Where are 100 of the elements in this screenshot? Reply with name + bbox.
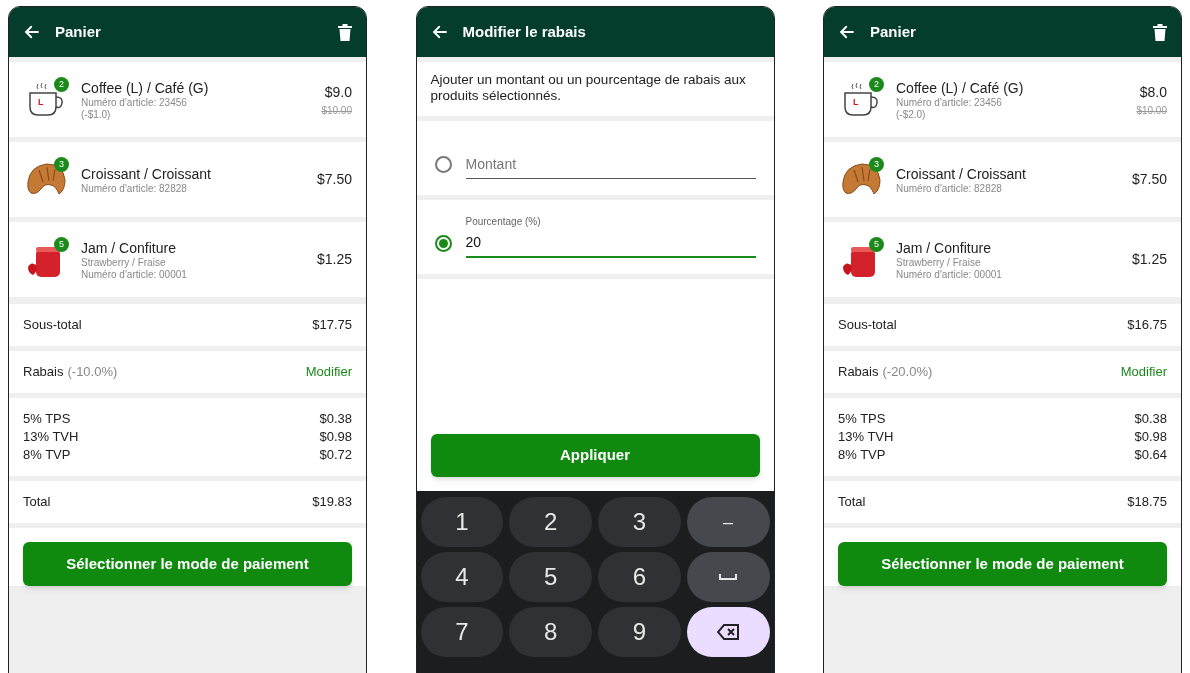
quantity-badge: 2 — [869, 76, 884, 92]
subtotal-label: Sous-total — [838, 316, 897, 335]
tax-label: 13% TVH — [23, 428, 79, 446]
edit-discount-link[interactable]: Modifier — [305, 362, 352, 382]
original-price: $10.00 — [1136, 103, 1167, 118]
item-detail: Numéro d'article: 00001 — [81, 268, 188, 281]
cart-item[interactable]: L 2 Coffee (L) / Café (G) Numéro d'article: 23456 (-$2.0) $8.0 $10.00 — [824, 62, 1181, 137]
quantity-badge: 3 — [869, 156, 884, 172]
item-detail: Numéro d'article: 23456 — [896, 96, 1003, 109]
cart-item[interactable]: 3 Croissant / Croissant Numéro d'article: 82828 $7.50 — [9, 142, 366, 217]
item-name: Croissant / Croissant — [81, 164, 212, 183]
tax-value: $0.72 — [319, 446, 352, 464]
header-title: Modifier le rabais — [462, 21, 587, 42]
subtotal-value: $16.75 — [1127, 316, 1167, 335]
subtotal-value: $17.75 — [312, 316, 352, 335]
original-price: $10.00 — [321, 103, 352, 118]
cup-label: L — [38, 97, 44, 107]
back-arrow-icon[interactable] — [23, 23, 41, 41]
cart-item[interactable]: 5 Jam / Confiture Strawberry / Fraise Numéro d'article: 00001 $1.25 — [9, 222, 366, 297]
keyboard-key[interactable]: 1 — [420, 497, 504, 547]
tax-label: 8% TVP — [838, 446, 886, 464]
keyboard-key[interactable]: 5 — [509, 552, 592, 602]
item-price: $1.25 — [316, 250, 352, 269]
tax-value: $0.38 — [1134, 410, 1167, 428]
radio-button[interactable] — [434, 156, 452, 173]
item-name: Jam / Confiture — [81, 238, 177, 257]
croissant-drawing — [840, 161, 882, 198]
back-arrow-icon[interactable] — [838, 23, 856, 41]
item-name: Croissant / Croissant — [896, 164, 1027, 183]
quantity-badge: 5 — [54, 236, 69, 252]
tax-label: 5% TPS — [838, 410, 886, 428]
item-detail: (-$1.0) — [81, 108, 112, 121]
keyboard-key[interactable]: 4 — [420, 552, 504, 602]
tax-value: $0.38 — [319, 410, 352, 428]
item-detail: (-$2.0) — [896, 108, 927, 121]
input-field[interactable]: Montant — [465, 151, 756, 179]
tax-value: $0.98 — [1134, 428, 1167, 446]
total-value: $19.83 — [312, 493, 352, 512]
coffee-cup-drawing — [841, 81, 881, 118]
item-detail: Strawberry / Fraise — [81, 256, 167, 269]
item-detail: Numéro d'article: 23456 — [81, 96, 188, 109]
keyboard-key[interactable]: 2 — [509, 497, 592, 547]
subtotal-label: Sous-total — [23, 316, 82, 335]
keyboard-key[interactable]: 7 — [420, 607, 504, 657]
discount-label: Rabais — [838, 363, 879, 382]
header-title: Panier — [55, 21, 102, 42]
back-arrow-icon[interactable] — [430, 23, 449, 41]
keyboard-key[interactable]: – — [686, 497, 770, 547]
total-label: Total — [23, 493, 51, 512]
header-title: Panier — [870, 21, 917, 42]
total-label: Total — [838, 493, 866, 512]
discount-amount: (-20.0%) — [882, 363, 933, 382]
radio-option[interactable]: Montant — [416, 121, 774, 195]
trash-icon[interactable] — [338, 23, 352, 41]
item-detail: Numéro d'article: 82828 — [896, 182, 1003, 195]
edit-discount-link[interactable]: Modifier — [1120, 362, 1167, 382]
backspace-icon — [717, 624, 740, 640]
backspace-key[interactable] — [686, 607, 770, 657]
radio-option[interactable]: Pourcentage (%) 20 — [416, 200, 774, 274]
item-name: Coffee (L) / Café (G) — [896, 78, 1025, 97]
item-name: Coffee (L) / Café (G) — [81, 78, 210, 97]
discount-label: Rabais — [23, 363, 64, 382]
space-bar-icon — [719, 574, 738, 580]
tax-label: 5% TPS — [23, 410, 71, 428]
cart-item[interactable]: 5 Jam / Confiture Strawberry / Fraise Numéro d'article: 00001 $1.25 — [824, 222, 1181, 297]
discount-description: Ajouter un montant ou un pourcentage de rabais aux produits sélectionnés. — [430, 72, 747, 104]
cup-label: L — [853, 97, 859, 107]
payment-button[interactable]: Sélectionner le mode de paiement — [23, 542, 352, 586]
tax-label: 13% TVH — [838, 428, 894, 446]
item-detail: Numéro d'article: 82828 — [81, 182, 188, 195]
item-detail: Numéro d'article: 00001 — [896, 268, 1003, 281]
croissant-drawing — [25, 161, 67, 198]
keyboard-key[interactable]: 9 — [598, 607, 681, 657]
cart-item[interactable]: L 2 Coffee (L) / Café (G) Numéro d'article: 23456 (-$1.0) $9.0 $10.00 — [9, 62, 366, 137]
payment-button[interactable]: Sélectionner le mode de paiement — [838, 542, 1167, 586]
item-price: $7.50 — [1131, 170, 1167, 189]
quantity-badge: 2 — [54, 76, 69, 92]
coffee-cup-drawing — [26, 81, 66, 118]
item-price: $7.50 — [316, 170, 352, 189]
keyboard-key[interactable]: 6 — [598, 552, 681, 602]
keyboard-key[interactable]: 3 — [598, 497, 681, 547]
tax-label: 8% TVP — [23, 446, 71, 464]
quantity-badge: 3 — [54, 156, 69, 172]
item-price: $9.0 — [324, 82, 352, 102]
discount-amount: (-10.0%) — [67, 363, 118, 382]
trash-icon[interactable] — [1153, 23, 1167, 41]
tax-value: $0.64 — [1134, 446, 1167, 464]
item-price: $8.0 — [1139, 82, 1167, 102]
apply-button[interactable]: Appliquer — [430, 434, 760, 477]
cart-item[interactable]: 3 Croissant / Croissant Numéro d'article: 82828 $7.50 — [824, 142, 1181, 217]
input-field[interactable]: 20 — [465, 229, 756, 258]
keyboard-key[interactable]: 8 — [509, 607, 592, 657]
item-name: Jam / Confiture — [896, 238, 992, 257]
total-value: $18.75 — [1127, 493, 1167, 512]
quantity-badge: 5 — [869, 236, 884, 252]
item-detail: Strawberry / Fraise — [896, 256, 982, 269]
field-label: Pourcentage (%) — [465, 215, 542, 229]
item-price: $1.25 — [1131, 250, 1167, 269]
tax-value: $0.98 — [319, 428, 352, 446]
radio-button[interactable] — [434, 235, 452, 252]
